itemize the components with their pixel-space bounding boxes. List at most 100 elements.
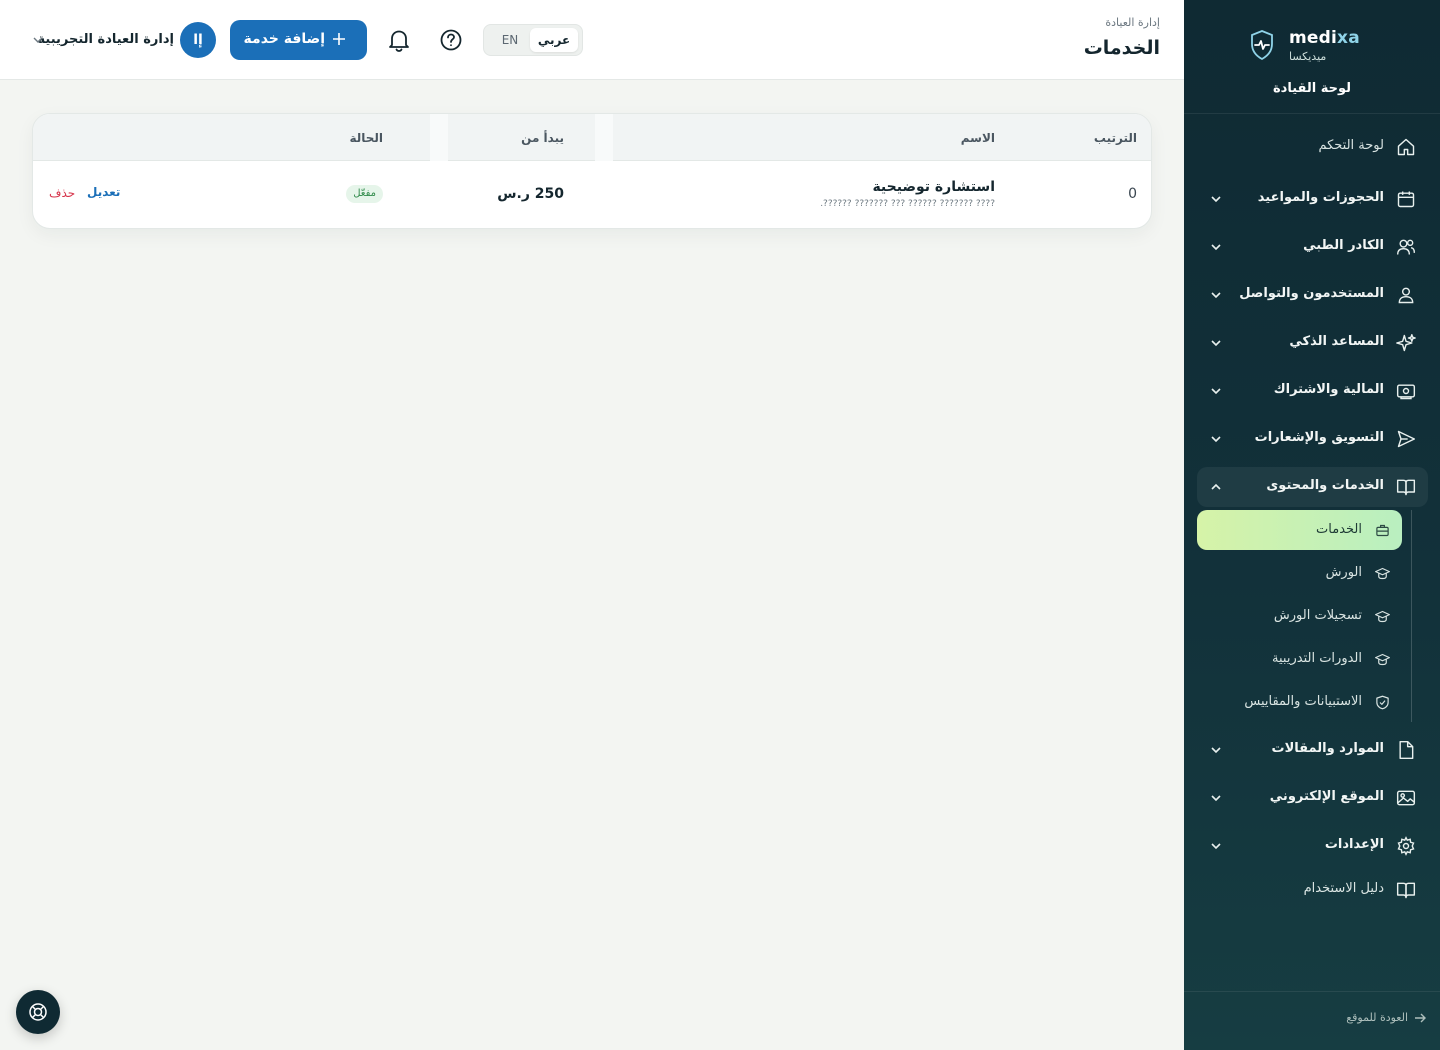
sidebar-item-label: الموقع الإلكتروني xyxy=(1269,789,1384,804)
sidebar-subitem-courses[interactable]: الدورات التدريبية xyxy=(1197,639,1402,679)
row-order: 0 xyxy=(1128,186,1137,202)
sidebar-item-label: الموارد والمقالات xyxy=(1271,741,1384,756)
users-icon xyxy=(1396,239,1416,255)
image-icon xyxy=(1396,790,1416,806)
sidebar-item-label: المستخدمون والتواصل xyxy=(1239,286,1384,301)
add-service-button[interactable]: إضافة خدمة xyxy=(230,20,367,60)
book-open-icon xyxy=(1396,882,1416,899)
chevron-down-icon xyxy=(1211,747,1221,754)
page-title: الخدمات xyxy=(1083,37,1160,59)
top-header: إدارة العيادة الخدمات عربي EN إضافة خدمة… xyxy=(0,0,1184,80)
column-header-name: الاسم xyxy=(960,131,995,145)
table-header: الترتيب الاسم يبدأ من الحالة xyxy=(33,114,1151,161)
back-to-site-link[interactable]: العودة للموقع xyxy=(1346,1011,1426,1024)
chevron-down-icon xyxy=(1211,795,1221,802)
sidebar-item-medical-staff[interactable]: الكادر الطبي xyxy=(1197,227,1428,267)
sidebar-item-website[interactable]: الموقع الإلكتروني xyxy=(1197,778,1428,818)
plus-icon xyxy=(333,33,345,45)
briefcase-icon xyxy=(1376,524,1389,537)
brand-name: medixa xyxy=(1289,28,1360,48)
graduation-cap-icon xyxy=(1375,567,1390,580)
sidebar-subitem-workshop-registrations[interactable]: تسجيلات الورش xyxy=(1197,596,1402,636)
sidebar-item-dashboard[interactable]: لوحة التحكم xyxy=(1197,127,1428,167)
chevron-up-icon xyxy=(1211,483,1221,490)
calendar-icon xyxy=(1397,191,1415,208)
edit-link[interactable]: تعديل xyxy=(87,185,120,199)
chevron-down-icon xyxy=(1211,436,1221,443)
sidebar-item-label: الكادر الطبي xyxy=(1303,238,1384,253)
avatar: إا xyxy=(180,22,216,58)
divider xyxy=(1184,991,1440,992)
user-icon xyxy=(1398,287,1414,304)
sidebar-item-label: المساعد الذكي xyxy=(1289,334,1384,349)
row-service-description: ???? ??????? ?????? ??? ??????? ??????. xyxy=(820,199,995,209)
sidebar-item-label: الحجوزات والمواعيد xyxy=(1257,190,1384,205)
sidebar-item-label: التسويق والإشعارات xyxy=(1254,430,1384,445)
chevron-down-icon xyxy=(1211,340,1221,347)
sidebar-subitem-label: الورش xyxy=(1325,565,1362,580)
services-table: الترتيب الاسم يبدأ من الحالة 0 استشارة ت… xyxy=(32,113,1152,229)
graduation-cap-icon xyxy=(1375,653,1390,666)
sidebar-item-label: الخدمات والمحتوى xyxy=(1266,478,1384,493)
account-menu[interactable]: إا إدارة العيادة التجريبية xyxy=(32,22,218,58)
account-name: إدارة العيادة التجريبية xyxy=(37,32,174,47)
file-icon xyxy=(1399,740,1414,760)
home-icon xyxy=(1397,138,1415,156)
sidebar-item-resources[interactable]: الموارد والمقالات xyxy=(1197,730,1428,770)
sidebar-subitem-workshops[interactable]: الورش xyxy=(1197,553,1402,593)
sparkles-icon xyxy=(1396,333,1416,352)
sidebar-item-finance[interactable]: المالية والاشتراك xyxy=(1197,371,1428,411)
chevron-down-icon xyxy=(1211,292,1221,299)
column-header-order: الترتيب xyxy=(1093,131,1137,145)
sidebar-subitem-label: الاستبيانات والمقاييس xyxy=(1244,694,1362,709)
lang-arabic-button[interactable]: عربي xyxy=(530,28,578,52)
sidebar-item-label: المالية والاشتراك xyxy=(1273,382,1384,397)
brand-subtitle: ميديكسا xyxy=(1289,50,1327,63)
book-icon xyxy=(1396,479,1416,496)
submenu-rail xyxy=(1411,510,1412,722)
help-icon[interactable] xyxy=(437,26,465,54)
chevron-down-icon xyxy=(1211,244,1221,251)
divider xyxy=(1184,113,1440,114)
table-row: 0 استشارة توضيحية ???? ??????? ?????? ??… xyxy=(33,161,1151,228)
sidebar-subitem-surveys[interactable]: الاستبيانات والمقاييس xyxy=(1197,682,1402,722)
chevron-down-icon xyxy=(33,37,43,43)
sidebar-item-services-content[interactable]: الخدمات والمحتوى xyxy=(1197,467,1428,507)
sidebar-item-user-guide[interactable]: دليل الاستخدام xyxy=(1197,870,1428,910)
sidebar-item-ai-assistant[interactable]: المساعد الذكي xyxy=(1197,323,1428,363)
dashboard-title: لوحة القيادة xyxy=(1272,81,1352,96)
column-header-starts-from: يبدأ من xyxy=(521,131,564,145)
column-header-status: الحالة xyxy=(349,131,383,145)
send-icon xyxy=(1397,430,1416,448)
sidebar-item-label: دليل الاستخدام xyxy=(1303,881,1384,896)
sidebar-item-marketing[interactable]: التسويق والإشعارات xyxy=(1197,419,1428,459)
sidebar-item-label: الإعدادات xyxy=(1324,837,1384,852)
sidebar-subitem-label: الخدمات xyxy=(1316,522,1362,537)
sidebar: medixa ميديكسا لوحة القيادة لوحة التحكم … xyxy=(1184,0,1440,1050)
chevron-down-icon xyxy=(1211,196,1221,203)
accessibility-button[interactable] xyxy=(16,990,60,1034)
heart-shield-logo-icon xyxy=(1251,30,1273,60)
sidebar-subitem-label: تسجيلات الورش xyxy=(1273,608,1362,623)
lang-english-button[interactable]: EN xyxy=(486,28,534,52)
status-badge: مفعّل xyxy=(346,185,383,203)
lifebuoy-icon xyxy=(29,1003,47,1021)
row-price: 250 ر.س xyxy=(497,186,564,202)
sidebar-item-users[interactable]: المستخدمون والتواصل xyxy=(1197,275,1428,315)
language-switch: عربي EN xyxy=(483,24,583,56)
sidebar-item-settings[interactable]: الإعدادات xyxy=(1197,826,1428,866)
sidebar-subitem-label: الدورات التدريبية xyxy=(1272,651,1362,666)
column-divider xyxy=(595,114,613,161)
arrow-right-icon xyxy=(1415,1013,1426,1022)
chevron-down-icon xyxy=(1211,843,1221,850)
banknote-icon xyxy=(1396,384,1416,400)
bell-icon[interactable] xyxy=(385,26,413,54)
row-service-name: استشارة توضيحية xyxy=(872,179,995,195)
sidebar-item-label: لوحة التحكم xyxy=(1318,138,1384,153)
delete-link[interactable]: حذف xyxy=(49,186,75,200)
sidebar-subitem-services[interactable]: الخدمات xyxy=(1197,510,1402,550)
shield-check-icon xyxy=(1376,695,1389,710)
sidebar-item-bookings[interactable]: الحجوزات والمواعيد xyxy=(1197,179,1428,219)
chevron-down-icon xyxy=(1211,388,1221,395)
add-service-label: إضافة خدمة xyxy=(243,31,325,47)
